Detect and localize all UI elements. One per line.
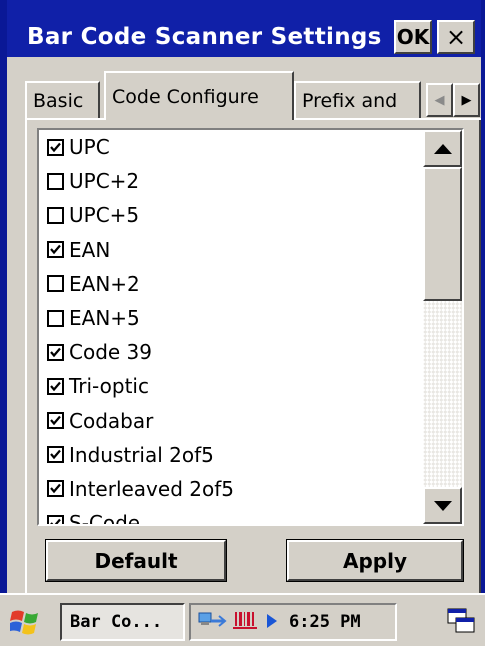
- tab-basic[interactable]: Basic: [25, 81, 100, 119]
- tab-scroll-right-icon[interactable]: ▶: [453, 83, 480, 117]
- scroll-up-icon[interactable]: [423, 130, 462, 167]
- app-window: Bar Code Scanner Settings OK × Basic Pre…: [0, 0, 485, 646]
- apply-button[interactable]: Apply: [286, 539, 464, 582]
- code-list-item[interactable]: EAN: [47, 233, 425, 267]
- tab-code-configure[interactable]: Code Configure: [104, 71, 294, 120]
- code-list-item[interactable]: Interleaved 2of5: [47, 472, 425, 506]
- checkbox-checked-icon[interactable]: [47, 480, 64, 498]
- taskbar-app-button[interactable]: Bar Co...: [60, 603, 185, 641]
- checkbox-checked-icon[interactable]: [47, 412, 64, 430]
- system-tray: 6:25 PM: [189, 603, 397, 641]
- tab-scroll-left-icon[interactable]: ◀: [426, 83, 453, 117]
- code-list-item-label: UPC+2: [69, 169, 140, 194]
- tray-arrow-icon[interactable]: [267, 613, 277, 632]
- code-list-item-label: Tri-optic: [69, 374, 149, 399]
- code-list-item-label: Code 39: [69, 340, 153, 365]
- code-list-item[interactable]: Tri-optic: [47, 369, 425, 403]
- code-list-item-label: UPC+5: [69, 203, 140, 228]
- code-list-item[interactable]: UPC: [47, 130, 425, 164]
- barcode-scanner-icon[interactable]: [233, 609, 261, 635]
- code-list-item[interactable]: Code 39: [47, 335, 425, 369]
- code-list-item[interactable]: UPC+2: [47, 164, 425, 198]
- code-list-item[interactable]: EAN+5: [47, 301, 425, 335]
- checkbox-unchecked-icon[interactable]: [47, 206, 64, 224]
- start-windows-flag-icon[interactable]: [8, 607, 44, 637]
- code-list-item[interactable]: UPC+5: [47, 198, 425, 232]
- code-list-items: UPC UPC+2 UPC+5 EAN EAN+2 EAN+5 Code 39 Tri-opt…: [47, 130, 425, 526]
- checkbox-checked-icon[interactable]: [47, 241, 64, 259]
- vertical-scrollbar[interactable]: [423, 130, 462, 524]
- ok-button[interactable]: OK: [394, 20, 432, 54]
- code-list-item[interactable]: S-Code: [47, 506, 425, 526]
- scroll-down-icon[interactable]: [423, 487, 462, 524]
- tab-prefix[interactable]: Prefix and: [294, 81, 421, 119]
- code-list-item-label: Codabar: [69, 408, 154, 433]
- default-button[interactable]: Default: [45, 539, 227, 582]
- clock[interactable]: 6:25 PM: [289, 612, 361, 632]
- window-border-right: [481, 0, 485, 593]
- title-bar: Bar Code Scanner Settings OK ×: [7, 0, 481, 57]
- code-list-item[interactable]: Industrial 2of5: [47, 438, 425, 472]
- code-list-item-label: Interleaved 2of5: [69, 476, 234, 501]
- checkbox-unchecked-icon[interactable]: [47, 275, 64, 293]
- tab-strip: Basic Prefix and Code Configure ◀ ▶: [7, 57, 481, 120]
- code-list-item-label: EAN: [69, 237, 111, 262]
- code-list-item[interactable]: EAN+2: [47, 267, 425, 301]
- code-list-item-label: EAN+5: [69, 306, 140, 331]
- taskbar: Bar Co... 6:25 PM: [0, 593, 485, 646]
- code-list[interactable]: UPC UPC+2 UPC+5 EAN EAN+2 EAN+5 Code 39 Tri-opt…: [37, 128, 464, 526]
- network-connection-icon[interactable]: [197, 609, 227, 635]
- checkbox-checked-icon[interactable]: [47, 377, 64, 395]
- code-list-item-label: Industrial 2of5: [69, 442, 214, 467]
- checkbox-unchecked-icon[interactable]: [47, 309, 64, 327]
- code-list-item-label: UPC: [69, 135, 110, 160]
- show-desktop-icon[interactable]: [446, 606, 476, 636]
- checkbox-checked-icon[interactable]: [47, 138, 64, 156]
- window-border-left: [0, 0, 7, 593]
- code-list-item-label: S-Code: [69, 511, 141, 526]
- checkbox-checked-icon[interactable]: [47, 446, 64, 464]
- checkbox-unchecked-icon[interactable]: [47, 172, 64, 190]
- tab-scroll-buttons: ◀ ▶: [426, 83, 480, 117]
- code-list-item-label: EAN+2: [69, 271, 140, 296]
- checkbox-checked-icon[interactable]: [47, 343, 64, 361]
- code-list-item[interactable]: Codabar: [47, 404, 425, 438]
- close-button[interactable]: ×: [437, 20, 475, 54]
- scroll-thumb[interactable]: [423, 167, 462, 301]
- window-title: Bar Code Scanner Settings: [27, 24, 382, 50]
- checkbox-checked-icon[interactable]: [47, 514, 64, 524]
